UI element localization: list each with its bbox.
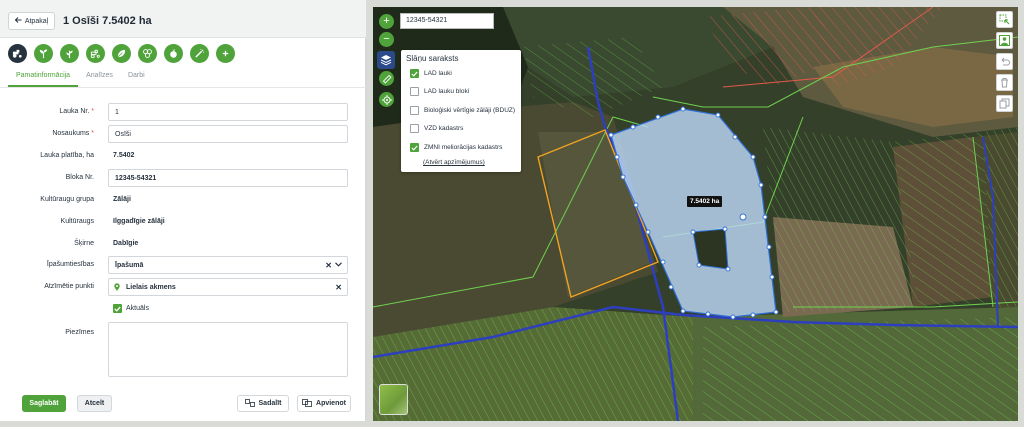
field-number-row: Lauka Nr. * 1 <box>0 103 366 121</box>
layer-item[interactable]: LAD lauki <box>410 69 452 78</box>
layer-item[interactable]: Bioloģiski vērtīgie zālāji (BDUZ) <box>410 106 515 115</box>
merge-label: Apvienot <box>316 400 346 407</box>
crop-row: Kultūraugs Ilggadīgie zālāji <box>0 213 366 231</box>
current-row: Aktuāls <box>0 302 366 320</box>
layer-item[interactable]: VZD kadastrs <box>410 124 463 133</box>
delete-icon[interactable] <box>996 74 1013 91</box>
ownership-row: Īpašumtiesības Īpašumā ✕ <box>0 256 366 274</box>
tractor-icon[interactable] <box>8 44 27 63</box>
area-label: Lauka platība, ha <box>40 152 94 159</box>
copy-icon[interactable] <box>996 95 1013 112</box>
current-label: Aktuāls <box>126 305 149 312</box>
chevron-down-icon[interactable] <box>335 260 342 269</box>
ownership-label: Īpašumtiesības <box>46 261 94 268</box>
map-search-input[interactable]: 12345-54321 <box>400 13 494 29</box>
field-number-label: Lauka Nr. * <box>59 108 94 115</box>
area-value: 7.5402 <box>113 152 135 159</box>
layer-label: LAD lauki <box>424 70 452 77</box>
tab-divider <box>0 87 366 88</box>
leaf-icon[interactable] <box>112 44 131 63</box>
area-row: Lauka platība, ha 7.5402 <box>0 147 366 165</box>
layer-label: LAD lauku bloki <box>424 88 470 95</box>
molecule-icon[interactable] <box>138 44 157 63</box>
layer-item[interactable]: LAD lauku bloki <box>410 87 469 96</box>
page-title: 1 Osīši 7.5402 ha <box>63 15 152 27</box>
variety-label: Šķirne <box>74 240 94 247</box>
undo-icon[interactable] <box>996 53 1013 70</box>
current-checkbox[interactable] <box>113 304 122 313</box>
field-action-toolbar <box>8 44 235 63</box>
field-details-panel: Atpakaļ 1 Osīši 7.5402 ha Pamatinformāci… <box>0 0 366 421</box>
detail-tabs: Pamatinformācija Analīzes Darbi <box>8 70 152 87</box>
notes-textarea[interactable] <box>108 322 348 377</box>
cancel-button[interactable]: Atcelt <box>77 395 112 412</box>
clear-points-icon[interactable]: ✕ <box>335 283 342 292</box>
block-input[interactable]: 12345-54321 <box>108 169 348 187</box>
tab-works[interactable]: Darbi <box>120 70 152 87</box>
basemap-switcher[interactable] <box>379 384 408 415</box>
tab-basic-info[interactable]: Pamatinformācija <box>8 70 79 87</box>
layer-item[interactable]: ZMNI meliorācijas kadastrs <box>410 143 502 152</box>
panel-header: Atpakaļ 1 Osīši 7.5402 ha <box>0 0 366 38</box>
variety-value: Dabīgie <box>113 240 139 247</box>
clear-icon[interactable]: ✕ <box>325 261 332 270</box>
points-select[interactable]: Lielais akmens ✕ <box>108 278 348 296</box>
field-area-label: 7.5402 ha <box>687 196 723 207</box>
crop-group-label: Kultūraugu grupa <box>40 196 94 203</box>
spray-icon[interactable] <box>190 44 209 63</box>
crop-group-value: Zālāji <box>113 196 131 203</box>
points-value: Lielais akmens <box>126 284 176 291</box>
split-button[interactable]: Sadalīt <box>237 395 289 412</box>
name-label: Nosaukums * <box>52 130 94 137</box>
ownership-select[interactable]: Īpašumā ✕ <box>108 256 348 274</box>
crop-group-row: Kultūraugu grupa Zālāji <box>0 191 366 209</box>
plus-icon[interactable] <box>216 44 235 63</box>
ownership-value: Īpašumā <box>115 262 144 269</box>
points-row: Atzīmētie punkti Lielais akmens ✕ <box>0 278 366 296</box>
seedling-icon[interactable] <box>34 44 53 63</box>
layer-label: Bioloģiski vērtīgie zālāji (BDUZ) <box>424 107 516 114</box>
merge-icon <box>302 398 312 409</box>
split-icon <box>244 398 255 409</box>
plant-icon[interactable] <box>60 44 79 63</box>
tractor-outline-icon[interactable] <box>86 44 105 63</box>
apple-icon[interactable] <box>164 44 183 63</box>
layer-label: VZD kadastrs <box>424 125 464 132</box>
split-label: Sadalīt <box>258 400 282 407</box>
user-location-icon[interactable] <box>996 32 1013 49</box>
zoom-out-icon[interactable]: − <box>379 32 394 47</box>
merge-button[interactable]: Apvienot <box>297 395 351 412</box>
locate-icon[interactable] <box>379 92 394 107</box>
points-label: Atzīmētie punkti <box>44 283 94 290</box>
layer-checkbox[interactable] <box>410 106 419 115</box>
notes-label: Piezīmes <box>65 329 94 336</box>
map-pin-icon <box>114 283 120 293</box>
arrow-left-icon <box>14 17 22 25</box>
layers-icon[interactable] <box>377 51 395 69</box>
variety-row: Šķirne Dabīgie <box>0 235 366 253</box>
layers-panel: Slāņu saraksts LAD lauki LAD lauku bloki… <box>401 50 521 172</box>
zoom-in-icon[interactable]: + <box>379 14 394 29</box>
crop-label: Kultūraugs <box>60 218 94 225</box>
crop-value: Ilggadīgie zālāji <box>113 218 165 225</box>
select-area-icon[interactable] <box>996 11 1013 28</box>
save-button[interactable]: Saglabāt <box>22 395 66 412</box>
layer-checkbox[interactable] <box>410 69 419 78</box>
layer-checkbox[interactable] <box>410 143 419 152</box>
back-button[interactable]: Atpakaļ <box>8 12 55 30</box>
back-button-label: Atpakaļ <box>24 17 49 25</box>
layer-label: ZMNI meliorācijas kadastrs <box>424 144 503 151</box>
open-legend-link[interactable]: (Atvērt apzīmējumus) <box>423 159 485 166</box>
field-number-input[interactable]: 1 <box>108 103 348 121</box>
block-row: Bloka Nr. 12345-54321 <box>0 169 366 187</box>
tab-analyses[interactable]: Analīzes <box>78 70 120 87</box>
name-row: Nosaukums * Osīši <box>0 125 366 143</box>
layer-checkbox[interactable] <box>410 87 419 96</box>
map-view[interactable]: 12345-54321 + − Slāņu saraksts LAD lauki… <box>373 7 1018 421</box>
name-input[interactable]: Osīši <box>108 125 348 143</box>
ruler-icon[interactable] <box>379 71 394 86</box>
block-label: Bloka Nr. <box>65 174 94 181</box>
layers-panel-title: Slāņu saraksts <box>406 54 459 63</box>
layer-checkbox[interactable] <box>410 124 419 133</box>
